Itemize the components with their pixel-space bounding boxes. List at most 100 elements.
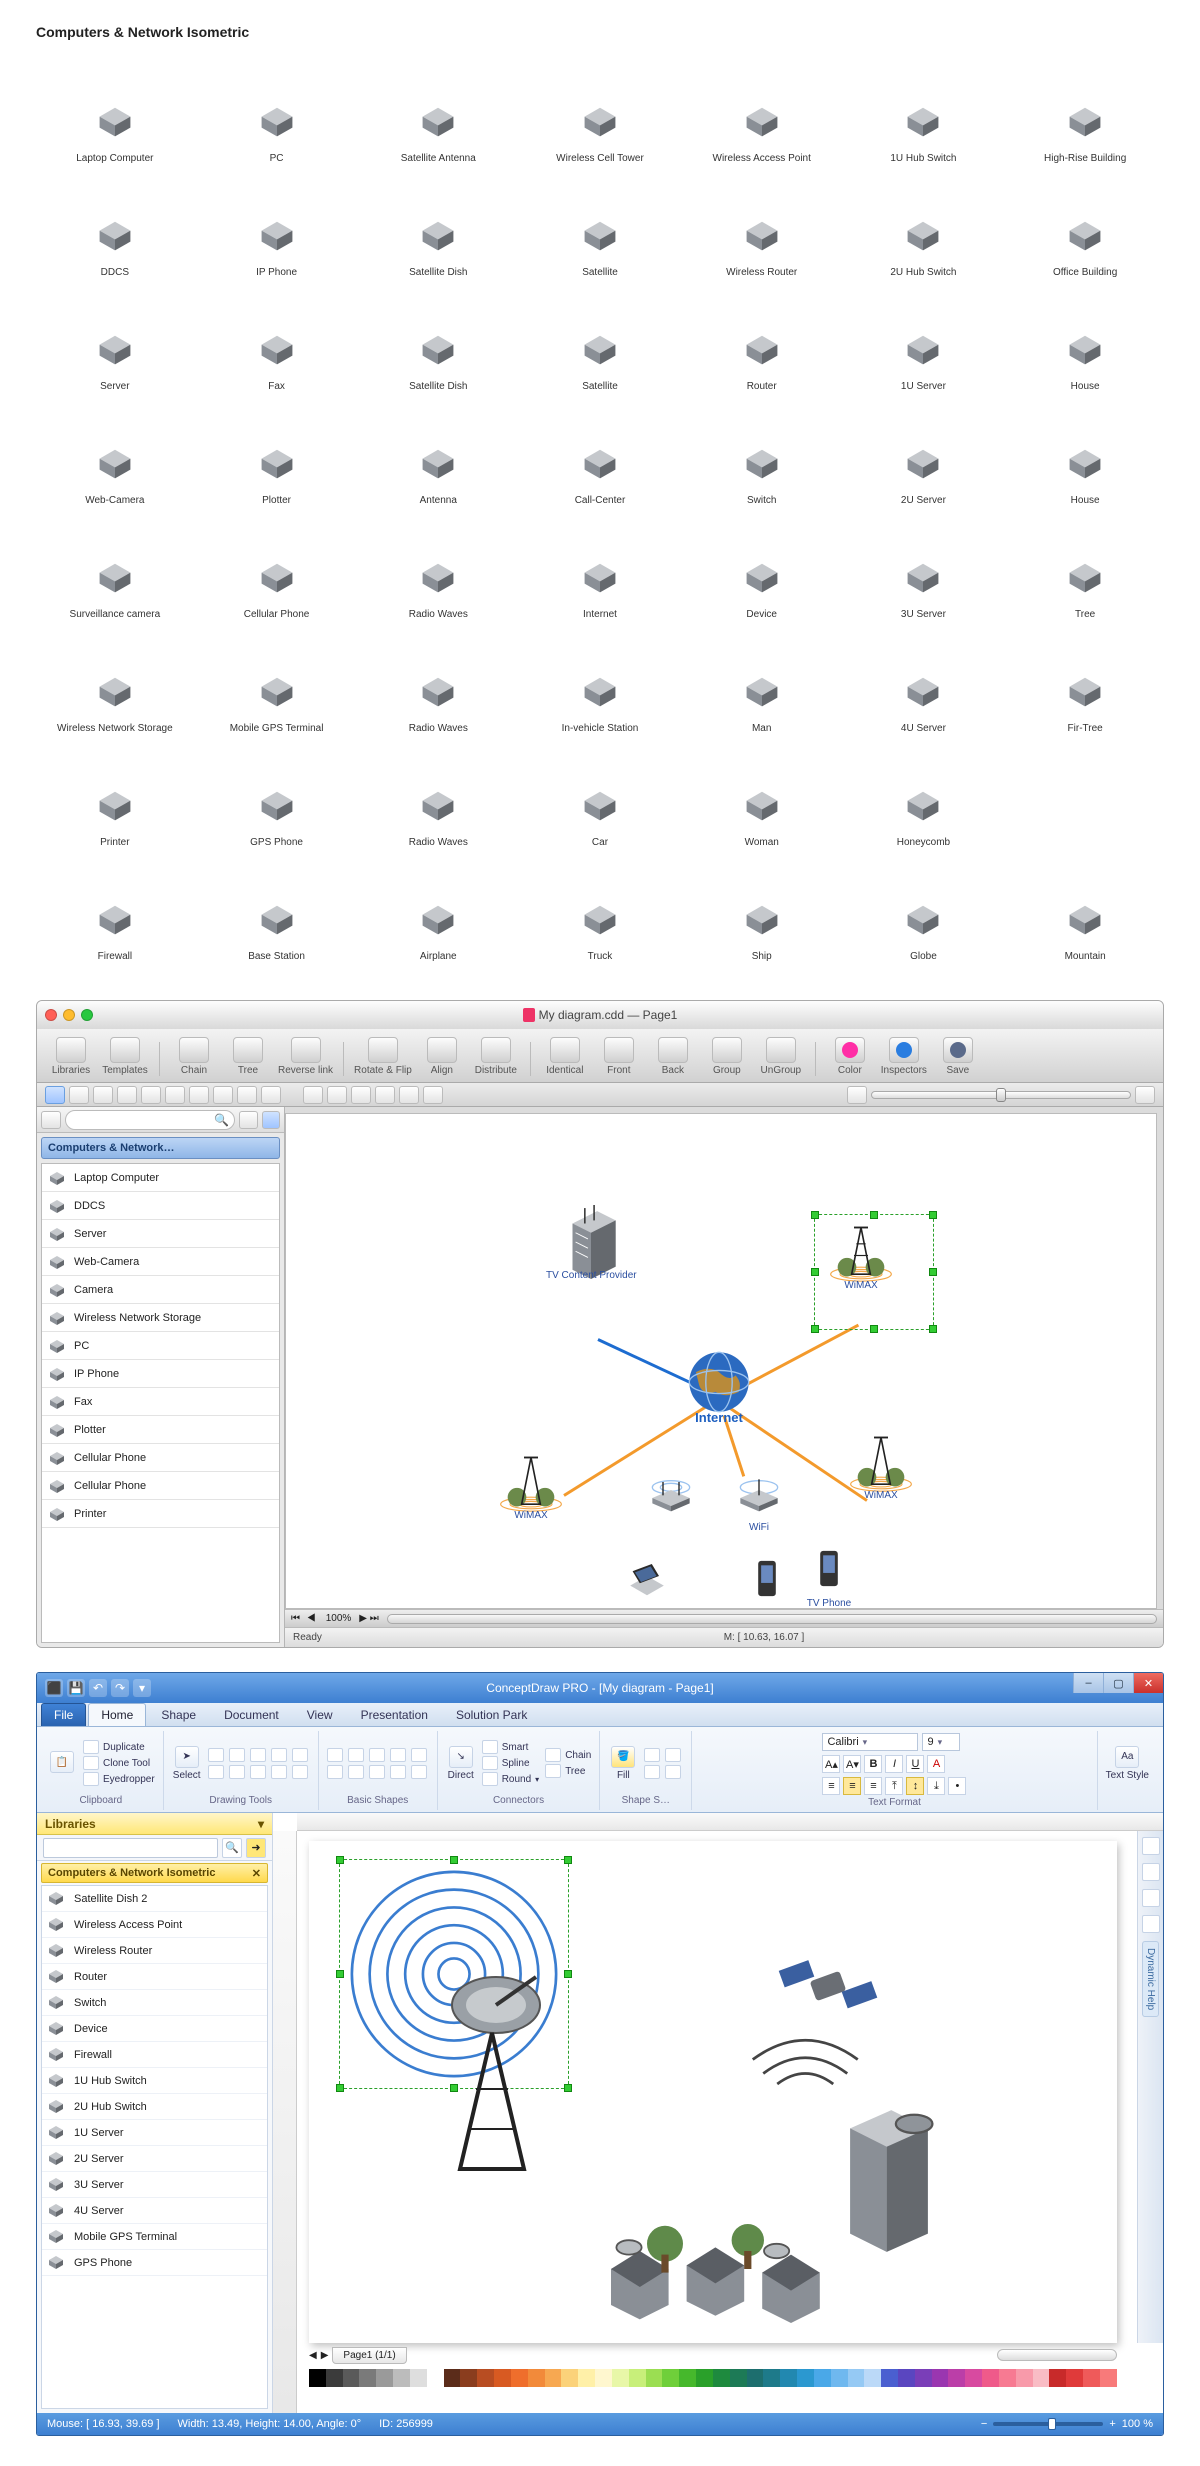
color-swatch[interactable] [561,2369,578,2387]
shape-star[interactable] [348,1765,364,1779]
stencil-item[interactable]: Honeycomb [845,740,1003,848]
line-tool[interactable] [208,1748,224,1762]
node-tv-provider[interactable]: TV Content Provider [546,1214,637,1281]
valign-top[interactable]: ⤒ [885,1777,903,1795]
library-item[interactable]: Switch [42,1990,267,2016]
tool-button[interactable] [327,1086,347,1104]
stencil-item[interactable]: Wireless Access Point [683,56,841,164]
maximize-button[interactable]: ▢ [1103,1673,1133,1693]
scrollbar-thumb[interactable] [387,1614,1157,1624]
stencil-item[interactable]: Fax [198,284,356,392]
village-icon[interactable] [569,2161,869,2341]
fill-button[interactable]: 🪣Fill [608,1746,638,1781]
sidebar-view-button[interactable] [41,1111,61,1129]
toolbar-libraries[interactable]: Libraries [47,1037,95,1076]
library-item[interactable]: Router [42,1964,267,1990]
shape-more[interactable] [411,1765,427,1779]
stencil-item[interactable]: Woman [683,740,841,848]
panel-button[interactable] [1142,1915,1160,1933]
tool-button[interactable] [375,1086,395,1104]
color-swatch[interactable] [511,2369,528,2387]
toolbar-tree[interactable]: Tree [224,1037,272,1076]
stencil-item[interactable]: Ship [683,854,841,962]
stencil-item[interactable]: Cellular Phone [198,512,356,620]
stencil-item[interactable]: Wireless Router [683,170,841,278]
eyedropper-button[interactable]: Eyedropper [83,1772,155,1786]
color-swatch[interactable] [881,2369,898,2387]
win-titlebar[interactable]: ⬛ 💾 ↶ ↷ ▾ ConceptDraw PRO - [My diagram … [37,1673,1163,1703]
shape-roundrect[interactable] [348,1748,364,1762]
italic-button[interactable]: I [885,1755,903,1773]
tool-button[interactable] [213,1086,233,1104]
color-swatch[interactable] [915,2369,932,2387]
zoom-in-button[interactable] [1135,1086,1155,1104]
tab-file[interactable]: File [41,1703,86,1726]
zoom-out-button[interactable] [847,1086,867,1104]
stencil-item[interactable]: Router [683,284,841,392]
selection-marquee[interactable] [814,1214,934,1330]
node-wap[interactable] [636,1466,706,1522]
node-tvphone2[interactable]: TV Phone [794,1542,864,1609]
toolbar-front[interactable]: Front [595,1037,643,1076]
stencil-item[interactable]: Server [36,284,194,392]
font-size-combo[interactable]: 9▾ [922,1733,960,1751]
color-swatch[interactable] [545,2369,562,2387]
stencil-item[interactable]: Printer [36,740,194,848]
line-weight[interactable] [665,1748,681,1762]
library-item[interactable]: Laptop Computer [42,1164,279,1192]
text-style-button[interactable]: AaText Style [1106,1746,1149,1781]
stencil-item[interactable]: High-Rise Building [1006,56,1164,164]
tab-view[interactable]: View [294,1703,346,1726]
pointer-tool[interactable] [45,1086,65,1104]
color-swatch[interactable] [932,2369,949,2387]
stencil-item[interactable]: Web-Camera [36,398,194,506]
library-item[interactable]: IP Phone [42,1360,279,1388]
color-swatch[interactable] [629,2369,646,2387]
page-tab[interactable]: Page1 (1/1) [332,2347,406,2364]
color-swatch[interactable] [999,2369,1016,2387]
node-tvphone[interactable]: TV Phone [732,1552,802,1609]
color-swatch[interactable] [494,2369,511,2387]
close-button[interactable]: ✕ [1133,1673,1163,1693]
stencil-item[interactable]: Car [521,740,679,848]
toolbar-ungroup[interactable]: UnGroup [757,1037,805,1076]
color-swatch[interactable] [460,2369,477,2387]
stencil-item[interactable]: Wireless Cell Tower [521,56,679,164]
stencil-item[interactable]: Globe [845,854,1003,962]
dish-tower-icon[interactable] [419,1961,589,2181]
library-item[interactable]: Satellite Dish 2 [42,1886,267,1912]
color-swatch[interactable] [747,2369,764,2387]
color-swatch[interactable] [427,2369,444,2387]
color-swatch[interactable] [646,2369,663,2387]
stencil-item[interactable]: Device [683,512,841,620]
align-right[interactable]: ≡ [864,1777,882,1795]
color-swatch[interactable] [831,2369,848,2387]
tool-button[interactable] [165,1086,185,1104]
library-item[interactable]: Camera [42,1276,279,1304]
tool-button[interactable] [303,1086,323,1104]
stencil-item[interactable]: Surveillance camera [36,512,194,620]
toolbar-align[interactable]: Align [418,1037,466,1076]
color-swatch[interactable] [410,2369,427,2387]
color-swatch[interactable] [359,2369,376,2387]
stencil-item[interactable]: Internet [521,512,679,620]
toolbar-save[interactable]: Save [934,1037,982,1076]
ruler-vertical[interactable] [273,1831,297,2413]
stencil-item[interactable]: Satellite [521,284,679,392]
search-input[interactable] [65,1110,235,1130]
tool-button[interactable] [189,1086,209,1104]
color-swatch[interactable] [595,2369,612,2387]
zoom-in-icon[interactable]: + [1109,2418,1115,2430]
stencil-item[interactable]: House [1006,284,1164,392]
library-item[interactable]: 4U Server [42,2198,267,2224]
toolbar-inspectors[interactable]: Inspectors [880,1037,928,1076]
search-go-icon[interactable]: ➜ [246,1838,266,1858]
node-laptop[interactable]: Laptop Computer [608,1554,685,1609]
stencil-item[interactable]: Wireless Network Storage [36,626,194,734]
duplicate-button[interactable]: Duplicate [83,1740,155,1754]
color-swatch[interactable] [1033,2369,1050,2387]
tab-presentation[interactable]: Presentation [348,1703,441,1726]
library-item[interactable]: Cellular Phone [42,1472,279,1500]
color-swatch[interactable] [982,2369,999,2387]
grow-font[interactable]: A▴ [822,1755,840,1773]
